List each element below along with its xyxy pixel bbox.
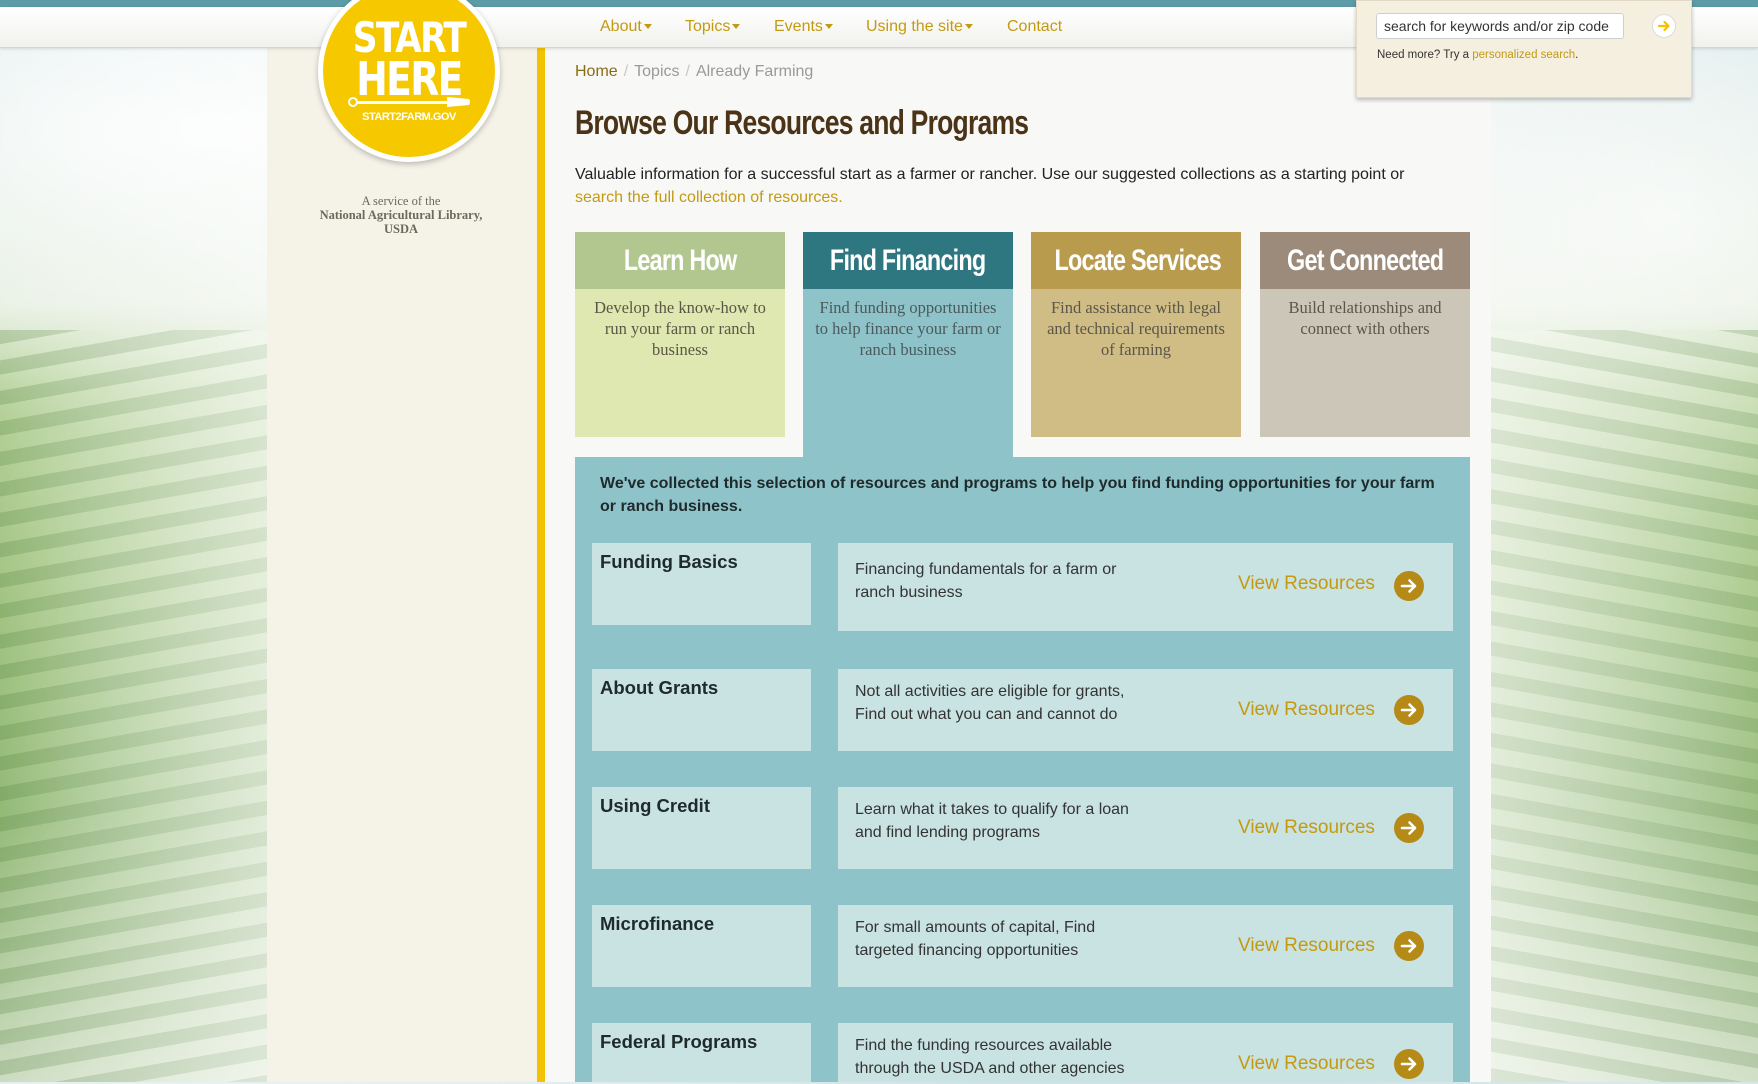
search-full-collection-link[interactable]: search the full collection of resources. bbox=[575, 189, 843, 206]
panel-intro: We've collected this selection of resour… bbox=[600, 475, 1435, 515]
resource-description: Financing fundamentals for a farm or ran… bbox=[855, 561, 1117, 601]
tab-get-connected-desc: Build relationships and connect with oth… bbox=[1288, 298, 1442, 338]
resource-name-label: Microfinance bbox=[600, 913, 715, 934]
view-resources-arrow-button[interactable] bbox=[1394, 931, 1424, 961]
resource-description: Not all activities are eligible for gran… bbox=[855, 683, 1125, 723]
view-resources-link[interactable]: View Resources bbox=[1238, 1053, 1375, 1075]
view-resources-link[interactable]: View Resources bbox=[1238, 699, 1375, 721]
tab-learn-how-header: Learn How bbox=[575, 232, 785, 289]
search-submit-button[interactable] bbox=[1652, 14, 1676, 38]
page-title: Browse Our Resources and Programs bbox=[575, 104, 1029, 142]
resource-row-microfinance: For small amounts of capital, Find targe… bbox=[838, 905, 1453, 987]
background-fade-right bbox=[1490, 0, 1758, 1082]
service-line-3: USDA bbox=[290, 222, 512, 236]
resource-name-using-credit[interactable]: Using Credit bbox=[592, 787, 811, 869]
resource-name-label: Funding Basics bbox=[600, 551, 738, 572]
page-intro: Valuable information for a successful st… bbox=[575, 163, 1475, 209]
arrow-right-icon bbox=[1400, 821, 1417, 835]
tab-find-financing-desc: Find funding opportunities to help finan… bbox=[815, 298, 1001, 359]
chevron-down-icon bbox=[824, 24, 833, 30]
tab-locate-services-desc: Find assistance with legal and technical… bbox=[1047, 298, 1225, 359]
logo-url-text: START2FARM.GOV bbox=[362, 111, 456, 123]
nav-about-label: About bbox=[600, 18, 642, 35]
tab-learn-how[interactable]: Learn How Develop the know-how to run yo… bbox=[575, 232, 785, 437]
service-org: National Agricultural Library, bbox=[319, 208, 483, 222]
tab-locate-services[interactable]: Locate Services Find assistance with leg… bbox=[1031, 232, 1241, 437]
view-resources-link[interactable]: View Resources bbox=[1238, 935, 1375, 957]
search-input[interactable] bbox=[1376, 13, 1624, 39]
tab-learn-how-desc: Develop the know-how to run your farm or… bbox=[594, 298, 766, 359]
resource-description: Learn what it takes to qualify for a loa… bbox=[855, 801, 1129, 841]
service-attribution: A service of the National Agricultural L… bbox=[290, 194, 512, 236]
resource-name-label: Using Credit bbox=[600, 795, 710, 816]
tab-find-financing-body: Find funding opportunities to help finan… bbox=[803, 289, 1013, 457]
nav-contact-label: Contact bbox=[1007, 18, 1063, 35]
resource-name-microfinance[interactable]: Microfinance bbox=[592, 905, 811, 987]
arrow-right-icon bbox=[1400, 939, 1417, 953]
service-line-2: National Agricultural Library, bbox=[290, 208, 512, 222]
search-panel: Need more? Try a personalized search. bbox=[1356, 0, 1692, 98]
view-resources-link[interactable]: View Resources bbox=[1238, 817, 1375, 839]
nav-contact[interactable]: Contact bbox=[1007, 18, 1062, 36]
nav-topics-label: Topics bbox=[685, 18, 731, 35]
tab-get-connected[interactable]: Get Connected Build relationships and co… bbox=[1260, 232, 1470, 437]
resource-row-about-grants: Not all activities are eligible for gran… bbox=[838, 669, 1453, 751]
resource-description: Find the funding resources available thr… bbox=[855, 1037, 1125, 1077]
nav-using-the-site-label: Using the site bbox=[866, 18, 963, 35]
search-note-suffix: . bbox=[1575, 49, 1579, 61]
tab-learn-how-body: Develop the know-how to run your farm or… bbox=[575, 289, 785, 437]
view-resources-arrow-button[interactable] bbox=[1394, 813, 1424, 843]
breadcrumb: Home / Topics / Already Farming bbox=[575, 63, 813, 81]
tab-find-financing[interactable]: Find Financing Find funding opportunitie… bbox=[803, 232, 1013, 457]
resource-name-about-grants[interactable]: About Grants bbox=[592, 669, 811, 751]
background-fade-left bbox=[0, 0, 268, 1082]
view-resources-arrow-button[interactable] bbox=[1394, 571, 1424, 601]
tab-get-connected-header: Get Connected bbox=[1260, 232, 1470, 289]
tab-locate-services-title: Locate Services bbox=[1054, 244, 1222, 277]
resource-row-federal-programs: Find the funding resources available thr… bbox=[838, 1023, 1453, 1082]
resource-name-funding-basics[interactable]: Funding Basics bbox=[592, 543, 811, 625]
view-resources-arrow-button[interactable] bbox=[1394, 695, 1424, 725]
resource-row-funding-basics: Financing fundamentals for a farm or ran… bbox=[838, 543, 1453, 631]
resource-name-label: About Grants bbox=[600, 677, 719, 698]
breadcrumb-current: Already Farming bbox=[695, 63, 814, 80]
tab-get-connected-title: Get Connected bbox=[1286, 244, 1444, 277]
view-resources-arrow-button[interactable] bbox=[1394, 1049, 1424, 1079]
arrow-right-icon bbox=[1400, 703, 1417, 717]
service-line-1: A service of the bbox=[361, 194, 441, 208]
nav-topics[interactable]: Topics bbox=[685, 18, 741, 36]
shovel-icon bbox=[348, 97, 470, 107]
tab-find-financing-header: Find Financing bbox=[803, 232, 1013, 289]
resource-name-label: Federal Programs bbox=[600, 1031, 758, 1052]
search-note-prefix: Need more? Try a bbox=[1377, 49, 1470, 61]
breadcrumb-separator: / bbox=[623, 63, 629, 80]
nav-events-label: Events bbox=[774, 18, 823, 35]
breadcrumb-separator: / bbox=[685, 63, 690, 80]
tab-find-financing-title: Find Financing bbox=[830, 244, 986, 277]
tab-locate-services-header: Locate Services bbox=[1031, 232, 1241, 289]
personalized-search-link[interactable]: personalized search bbox=[1472, 49, 1575, 61]
chevron-down-icon bbox=[643, 24, 652, 30]
resource-name-federal-programs[interactable]: Federal Programs bbox=[592, 1023, 811, 1082]
breadcrumb-topics[interactable]: Topics bbox=[634, 63, 679, 80]
chevron-down-icon bbox=[732, 24, 741, 30]
resource-row-using-credit: Learn what it takes to qualify for a loa… bbox=[838, 787, 1453, 869]
arrow-right-icon bbox=[1400, 579, 1417, 593]
intro-text: Valuable information for a successful st… bbox=[575, 166, 1405, 183]
tab-learn-how-title: Learn How bbox=[623, 244, 737, 277]
sidebar-accent-bar bbox=[537, 48, 545, 1082]
view-resources-link[interactable]: View Resources bbox=[1238, 573, 1375, 595]
nav-about[interactable]: About bbox=[600, 18, 652, 36]
nav-events[interactable]: Events bbox=[774, 18, 833, 36]
resource-description: For small amounts of capital, Find targe… bbox=[855, 919, 1096, 959]
search-note: Need more? Try a personalized search. bbox=[1377, 49, 1578, 61]
nav-using-the-site[interactable]: Using the site bbox=[866, 18, 973, 36]
tab-get-connected-body: Build relationships and connect with oth… bbox=[1260, 289, 1470, 437]
service-usda: USDA bbox=[383, 222, 419, 236]
arrow-right-icon bbox=[1657, 20, 1670, 32]
chevron-down-icon bbox=[964, 24, 973, 30]
breadcrumb-home[interactable]: Home bbox=[575, 63, 618, 80]
tab-locate-services-body: Find assistance with legal and technical… bbox=[1031, 289, 1241, 437]
arrow-right-icon bbox=[1400, 1057, 1417, 1071]
